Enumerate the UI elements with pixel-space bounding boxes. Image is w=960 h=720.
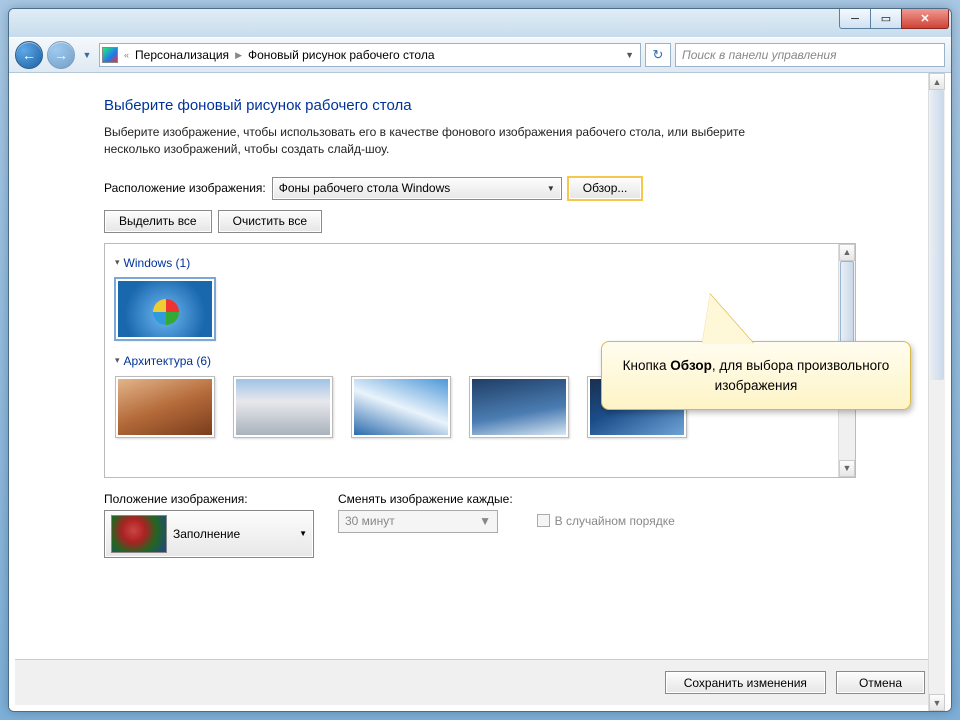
main-content: Выберите фоновый рисунок рабочего стола … — [9, 73, 951, 659]
collapse-icon: ▾ — [115, 257, 120, 268]
chevron-down-icon: ▼ — [299, 529, 307, 538]
selection-buttons: Выделить все Очистить все — [104, 210, 856, 233]
breadcrumb-parent[interactable]: Персонализация — [135, 48, 229, 62]
control-panel-window: ─ ▭ ✕ ← → ▼ Персонализация ▶ Фоновый рис… — [8, 8, 952, 712]
interval-label: Сменять изображение каждые: — [338, 492, 513, 506]
location-value: Фоны рабочего стола Windows — [279, 181, 451, 195]
page-title: Выберите фоновый рисунок рабочего стола — [104, 97, 856, 114]
address-bar[interactable]: Персонализация ▶ Фоновый рисунок рабочег… — [99, 43, 641, 67]
chevron-right-icon: ▶ — [232, 50, 245, 61]
callout-tooltip: Кнопка Обзор, для выбора произвольного и… — [601, 341, 911, 410]
search-input[interactable]: Поиск в панели управления — [675, 43, 945, 67]
position-dropdown[interactable]: Заполнение ▼ — [104, 510, 314, 558]
minimize-button[interactable]: ─ — [839, 9, 871, 29]
collapse-icon: ▾ — [115, 355, 120, 366]
wallpaper-thumb[interactable] — [233, 376, 333, 438]
page-description: Выберите изображение, чтобы использовать… — [104, 124, 804, 159]
thumb-image — [236, 379, 330, 435]
content-area: ▲ ▼ Выберите фоновый рисунок рабочего ст… — [9, 73, 951, 711]
close-button[interactable]: ✕ — [901, 9, 949, 29]
maximize-button[interactable]: ▭ — [870, 9, 902, 29]
scroll-down-icon[interactable]: ▼ — [839, 460, 855, 477]
chevron-down-icon: ▼ — [479, 514, 491, 528]
bottom-options: Положение изображения: Заполнение ▼ Смен… — [104, 492, 856, 558]
position-preview-icon — [111, 515, 167, 553]
address-dropdown-icon[interactable]: ▼ — [621, 50, 638, 60]
wallpaper-thumb[interactable] — [351, 376, 451, 438]
scroll-down-icon[interactable]: ▼ — [929, 694, 945, 711]
wallpaper-thumb[interactable] — [469, 376, 569, 438]
back-button[interactable]: ← — [15, 41, 43, 69]
breadcrumb-root-icon — [121, 50, 132, 60]
footer-bar: Сохранить изменения Отмена — [15, 659, 945, 705]
select-all-button[interactable]: Выделить все — [104, 210, 212, 233]
random-order-row: В случайном порядке — [537, 514, 675, 528]
group-header-windows[interactable]: ▾ Windows (1) — [115, 256, 828, 270]
group-label: Windows (1) — [124, 256, 191, 270]
wallpaper-thumb[interactable] — [115, 376, 215, 438]
forward-button[interactable]: → — [47, 41, 75, 69]
titlebar: ─ ▭ ✕ — [9, 9, 951, 37]
group-label: Архитектура (6) — [124, 354, 212, 368]
thumb-image — [118, 281, 212, 337]
wallpaper-thumb[interactable]: ✓ — [115, 278, 215, 340]
thumb-image — [472, 379, 566, 435]
breadcrumb-current[interactable]: Фоновый рисунок рабочего стола — [248, 48, 435, 62]
navigation-bar: ← → ▼ Персонализация ▶ Фоновый рисунок р… — [9, 37, 951, 73]
scroll-up-icon[interactable]: ▲ — [839, 244, 855, 261]
clear-all-button[interactable]: Очистить все — [218, 210, 322, 233]
position-label: Положение изображения: — [104, 492, 314, 506]
callout-text: , для выбора произвольного изображения — [712, 358, 890, 393]
callout-text: Кнопка — [623, 358, 671, 373]
callout-bold: Обзор — [670, 358, 712, 373]
browse-button[interactable]: Обзор... — [568, 177, 643, 200]
interval-value: 30 минут — [345, 514, 395, 528]
interval-dropdown: 30 минут ▼ — [338, 510, 498, 533]
thumb-image — [354, 379, 448, 435]
refresh-button[interactable]: ↻ — [645, 43, 671, 67]
history-chevron-icon[interactable]: ▼ — [79, 50, 95, 60]
cancel-button[interactable]: Отмена — [836, 671, 925, 694]
thumb-image — [118, 379, 212, 435]
save-button[interactable]: Сохранить изменения — [665, 671, 826, 694]
chevron-down-icon: ▼ — [547, 184, 555, 193]
random-label: В случайном порядке — [555, 514, 675, 528]
random-checkbox — [537, 514, 550, 527]
location-row: Расположение изображения: Фоны рабочего … — [104, 177, 856, 200]
position-value: Заполнение — [173, 527, 240, 541]
location-dropdown[interactable]: Фоны рабочего стола Windows ▼ — [272, 177, 562, 200]
location-label: Расположение изображения: — [104, 181, 266, 195]
personalization-icon — [102, 47, 118, 63]
callout-tail-icon — [702, 294, 754, 344]
